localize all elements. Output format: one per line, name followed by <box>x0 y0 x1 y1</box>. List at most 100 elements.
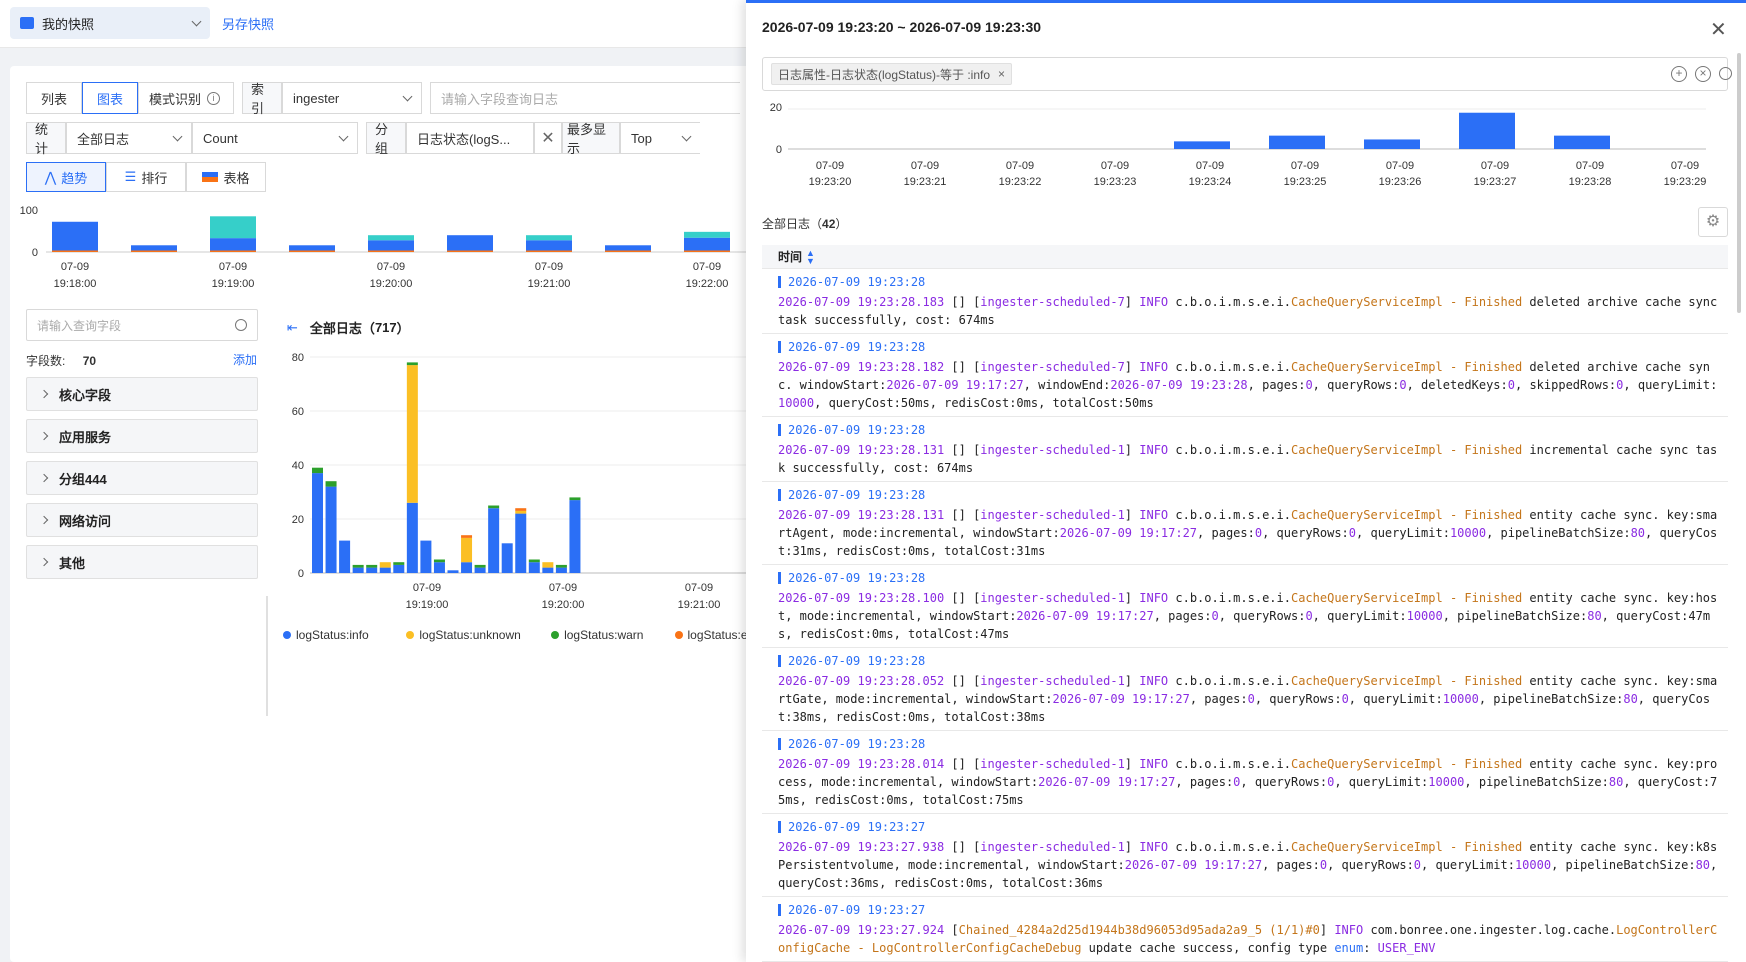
legend-item[interactable]: logStatus:warn <box>551 628 643 642</box>
scrollbar[interactable] <box>1737 53 1741 313</box>
x-tick-date: 07-09 <box>413 582 441 594</box>
trend-icon: ⋀ <box>44 168 57 185</box>
remove-chip-icon[interactable]: × <box>998 67 1005 81</box>
legend-label: logStatus:unknown <box>419 628 521 642</box>
search-icon[interactable] <box>1719 67 1732 80</box>
close-icon[interactable]: ✕ <box>1710 17 1727 42</box>
field-group[interactable]: 应用服务 <box>26 419 258 453</box>
log-entry[interactable]: 2026-07-09 19:23:28 2026-07-09 19:23:28.1… <box>762 417 1728 482</box>
bar-logStatus-info <box>555 567 567 573</box>
bar-logStatus-info <box>569 500 581 573</box>
time-column-header[interactable]: 时间 ▲ ▼ <box>762 245 1728 269</box>
tab-chart[interactable]: 图表 <box>82 82 138 114</box>
field-count: 字段数: 70 <box>26 352 96 369</box>
log-entry[interactable]: 2026-07-09 19:23:28 2026-07-09 19:23:28.1… <box>762 482 1728 565</box>
field-search-input[interactable]: 请输入查询字段 <box>26 309 258 341</box>
splitter-handle[interactable] <box>266 596 268 716</box>
drawer-bar <box>1554 135 1610 149</box>
drawer-all-logs: 全部日志（42） <box>762 217 848 231</box>
log-entry[interactable]: 2026-07-09 19:23:28 2026-07-09 19:23:28.1… <box>762 565 1728 648</box>
bar-logStatus-unknown <box>515 510 527 514</box>
log-entry[interactable]: 2026-07-09 19:23:28 2026-07-09 19:23:28.1… <box>762 334 1728 417</box>
snapshot-select[interactable]: 我的快照 <box>10 7 210 39</box>
filter-bar[interactable]: 日志属性-日志状态(logStatus)-等于 :info × + × <box>762 57 1732 91</box>
y-tick-label: 60 <box>292 406 304 418</box>
filter-chip-label: 日志属性-日志状态(logStatus)-等于 :info <box>778 67 991 82</box>
bar-logStatus-error <box>461 535 473 538</box>
bar-logStatus-info <box>461 562 473 573</box>
log-timestamp: 2026-07-09 19:23:28 <box>778 486 1718 504</box>
log-entry[interactable]: 2026-07-09 19:23:28 2026-07-09 19:23:28.0… <box>762 731 1728 814</box>
tab-list[interactable]: 列表 <box>26 82 82 114</box>
x-tick-date: 07-09 <box>1101 160 1129 172</box>
field-group[interactable]: 分组444 <box>26 461 258 495</box>
max-select[interactable]: Top <box>620 122 700 154</box>
field-group[interactable]: 其他 <box>26 545 258 579</box>
index-select[interactable]: ingester <box>282 82 422 114</box>
mini-chart-svg: 100 0 07-09 19:18:00 07-09 19:19:00 07-09 19:20… <box>20 205 746 290</box>
log-timestamp: 2026-07-09 19:23:28 <box>778 569 1718 587</box>
clear-group-icon[interactable]: ✕ <box>534 122 562 154</box>
metric-value: Count <box>203 130 238 146</box>
clear-filter-icon[interactable]: × <box>1695 66 1711 82</box>
add-field-link[interactable]: 添加 <box>233 351 257 368</box>
mini-bar-base <box>368 250 414 252</box>
drawer-all-logs-count: 42 <box>822 217 836 231</box>
bar-logStatus-info <box>433 562 445 573</box>
view-rank-button[interactable]: ☰ 排行 <box>106 162 186 192</box>
x-tick-time: 19:18:00 <box>54 278 97 290</box>
x-tick-date: 07-09 <box>1006 160 1034 172</box>
legend-label: logStatus:warn <box>564 628 644 642</box>
group-value: 日志状态(logS... <box>417 131 511 147</box>
log-timestamp: 2026-07-09 19:23:28 <box>778 421 1718 439</box>
stat-select[interactable]: 全部日志 <box>66 122 192 154</box>
log-entry[interactable]: 2026-07-09 19:23:27 2026-07-09 19:23:27.9… <box>762 897 1728 962</box>
mini-bar <box>368 240 414 252</box>
gear-icon[interactable]: ⚙ <box>1698 207 1728 237</box>
mini-bar <box>526 240 572 252</box>
log-timestamp: 2026-07-09 19:23:28 <box>778 652 1718 670</box>
x-tick-time: 19:21:00 <box>528 278 571 290</box>
drawer-bar <box>1269 135 1325 149</box>
log-message: 2026-07-09 19:23:27.924 [Chained_4284a2d… <box>778 923 1718 955</box>
main-all-logs: ⇤ 全部日志（717） <box>287 319 410 337</box>
view-trend-button[interactable]: ⋀ 趋势 <box>26 162 106 192</box>
filter-chip[interactable]: 日志属性-日志状态(logStatus)-等于 :info × <box>771 63 1013 85</box>
tab-pattern[interactable]: 模式识别 i <box>138 82 234 114</box>
query-input[interactable]: 请输入字段查询日志 <box>430 82 740 114</box>
field-group[interactable]: 网络访问 <box>26 503 258 537</box>
mini-bar-base <box>289 250 335 252</box>
log-entry[interactable]: 2026-07-09 19:23:28 2026-07-09 19:23:28.1… <box>762 269 1728 334</box>
add-filter-icon[interactable]: + <box>1671 66 1687 82</box>
field-search-placeholder: 请输入查询字段 <box>37 318 122 333</box>
camera-icon <box>20 17 34 29</box>
bar-logStatus-warn <box>474 564 486 568</box>
x-tick-time: 19:21:00 <box>678 599 721 611</box>
x-tick-date: 07-09 <box>911 160 939 172</box>
main-chart: 80 60 40 20 0 07-09 19:19:00 07-09 19:20:00 07-09… <box>280 345 746 615</box>
field-group[interactable]: 核心字段 <box>26 377 258 411</box>
log-message: 2026-07-09 19:23:28.131 [] [ingester-sch… <box>778 508 1718 558</box>
x-tick-date: 07-09 <box>1576 160 1604 172</box>
y-tick-label: 20 <box>770 102 782 114</box>
legend-item[interactable]: logStatus:unknown <box>406 628 521 642</box>
tab-pattern-label: 模式识别 <box>149 91 202 107</box>
stat-value: 全部日志 <box>77 131 130 147</box>
log-entry[interactable]: 2026-07-09 19:23:28 2026-07-09 19:23:28.0… <box>762 648 1728 731</box>
sort-icon[interactable]: ▲ ▼ <box>806 248 815 265</box>
bar-logStatus-info <box>325 486 337 573</box>
view-table-label: 表格 <box>223 170 250 186</box>
mini-bar-base <box>526 250 572 252</box>
log-message: 2026-07-09 19:23:28.183 [] [ingester-sch… <box>778 295 1718 327</box>
collapse-icon[interactable]: ⇤ <box>287 320 298 336</box>
x-tick-time: 19:23:29 <box>1664 176 1707 188</box>
group-select[interactable]: 日志状态(logS... <box>406 122 534 154</box>
legend-item[interactable]: logStatus:info <box>283 628 369 642</box>
log-entry[interactable]: 2026-07-09 19:23:27 2026-07-09 19:23:27.9… <box>762 814 1728 897</box>
save-snapshot-link[interactable]: 另存快照 <box>222 14 274 33</box>
metric-select[interactable]: Count <box>192 122 358 154</box>
bar-logStatus-info <box>393 564 405 573</box>
bar-logStatus-warn <box>528 559 540 563</box>
max-label: 最多显示 <box>562 122 620 156</box>
view-table-button[interactable]: 表格 <box>186 162 266 192</box>
